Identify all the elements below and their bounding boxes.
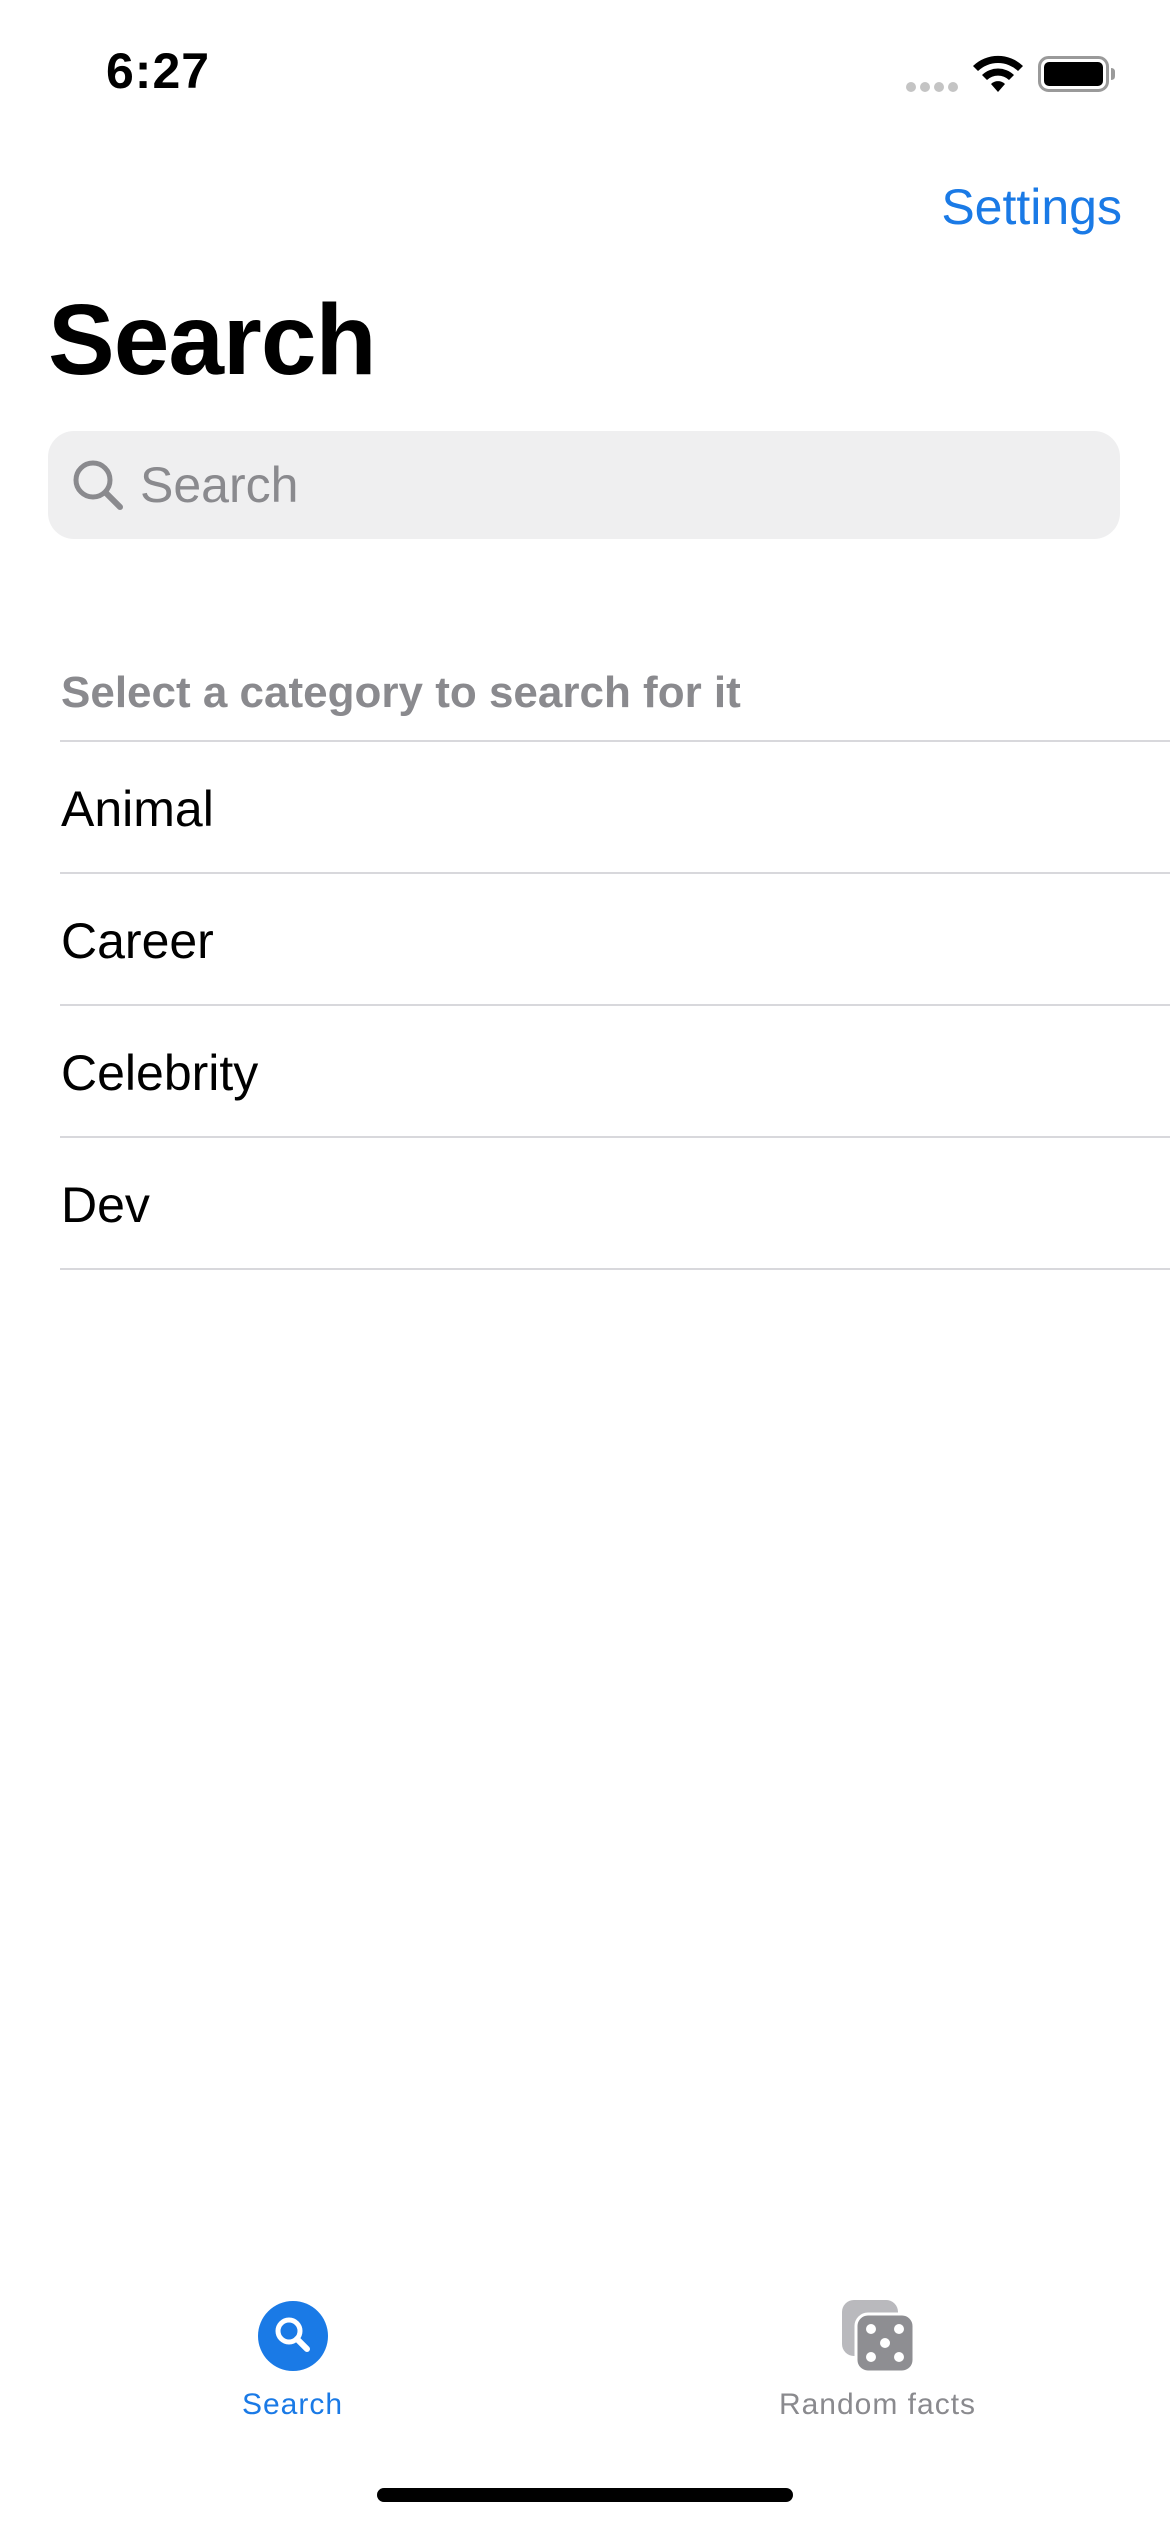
cellular-signal-icon [906, 82, 960, 94]
app-screen: 6:27 Settings Search Select a category t… [0, 0, 1170, 2532]
list-item[interactable]: Career [60, 874, 1170, 1006]
status-bar: 6:27 [0, 0, 1170, 150]
search-input[interactable] [140, 431, 1100, 539]
list-item[interactable]: Dev [60, 1138, 1170, 1270]
tab-random-facts[interactable]: Random facts [585, 2270, 1170, 2450]
tab-search[interactable]: Search [0, 2270, 585, 2450]
dice-icon [841, 2300, 915, 2374]
list-item-label: Career [61, 913, 214, 969]
tab-label: Random facts [778, 2388, 977, 2421]
tab-label: Search [241, 2388, 344, 2421]
list-item[interactable]: Animal [60, 742, 1170, 874]
settings-button[interactable]: Settings [941, 178, 1122, 236]
search-icon [73, 460, 123, 510]
list-item-label: Celebrity [61, 1045, 259, 1101]
magnifying-glass-circle-icon [257, 2301, 328, 2371]
home-indicator [377, 2488, 793, 2502]
list-item-label: Animal [61, 781, 214, 837]
wifi-icon [973, 55, 1023, 92]
category-list: Animal Career Celebrity Dev [60, 740, 1170, 1270]
battery-icon [1038, 56, 1115, 92]
list-item[interactable]: Celebrity [60, 1006, 1170, 1138]
section-header: Select a category to search for it [61, 668, 741, 717]
page-title: Search [48, 284, 377, 396]
list-item-label: Dev [61, 1177, 150, 1233]
status-time: 6:27 [106, 43, 211, 99]
search-field[interactable] [48, 431, 1120, 539]
